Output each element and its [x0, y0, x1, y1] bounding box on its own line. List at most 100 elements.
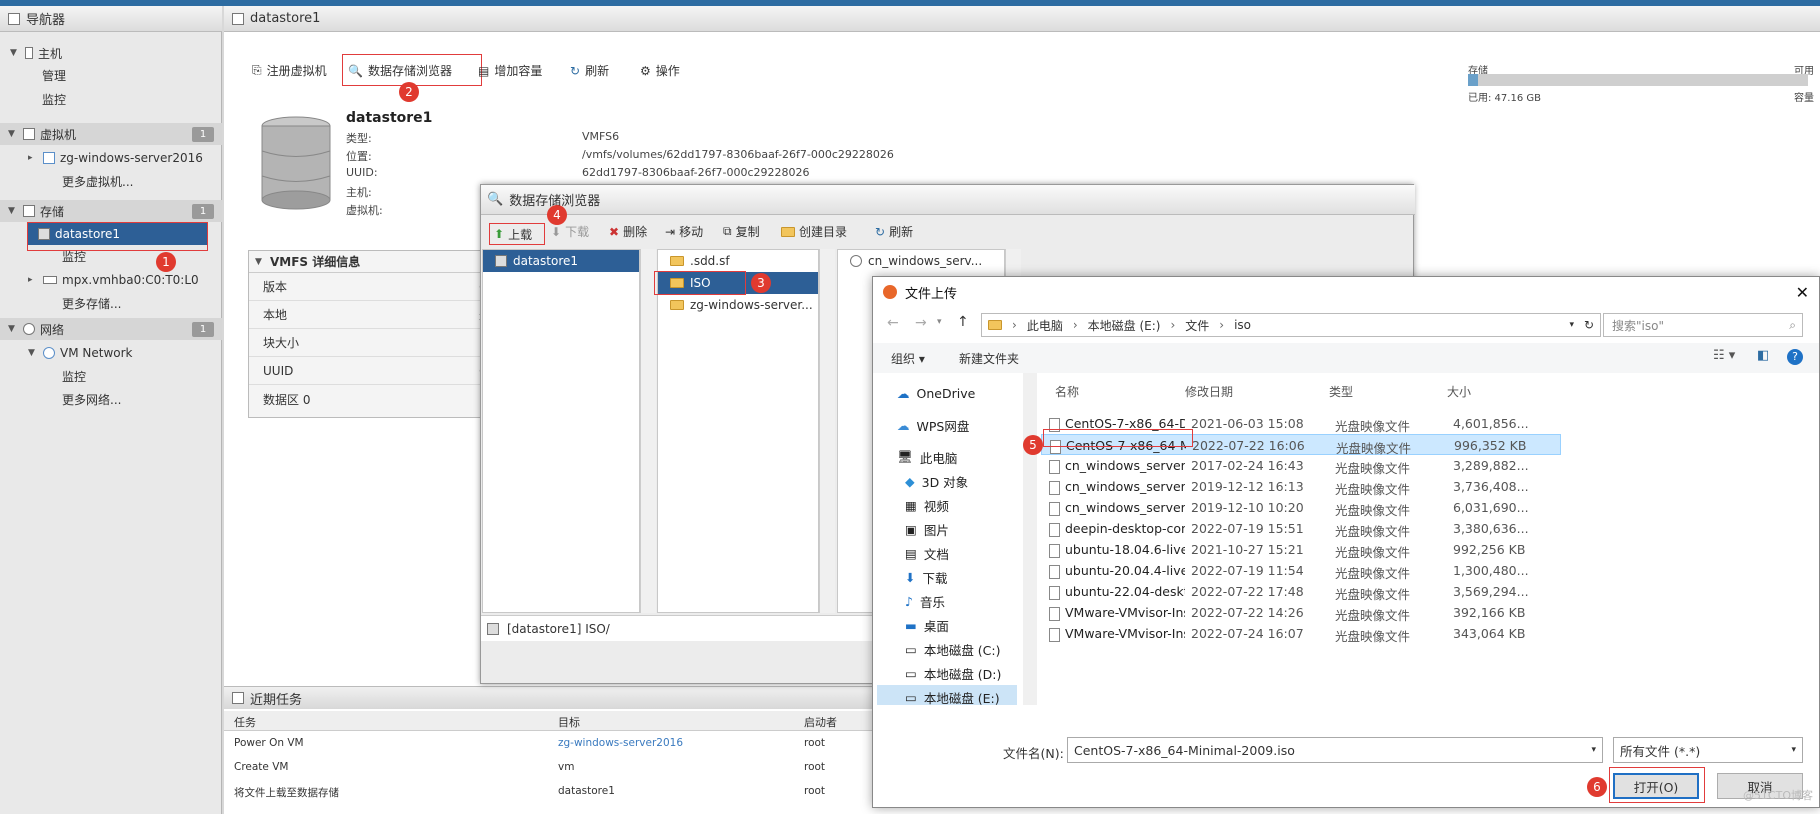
organize-button[interactable]: 组织 ▾: [891, 350, 925, 367]
side-drive-d[interactable]: ▭ 本地磁盘 (D:): [905, 661, 1001, 685]
scrollbar[interactable]: [640, 249, 656, 613]
file-name: ubuntu-22.04-desktop-amd64.iso: [1049, 584, 1185, 600]
list-item[interactable]: datastore1: [483, 250, 639, 272]
side-wps[interactable]: ☁ WPS网盘: [897, 413, 969, 437]
tasks-col-task[interactable]: 任务: [234, 714, 256, 730]
chevron-down-icon[interactable]: ▾: [1791, 745, 1796, 755]
nav-vm-label: zg-windows-server2016: [60, 151, 203, 165]
side-downloads[interactable]: ⬇ 下载: [905, 565, 948, 589]
file-row[interactable]: cn_windows_server_2016_x64_dvd_97... 2019…: [1041, 497, 1561, 518]
address-bar[interactable]: › 此电脑 › 本地磁盘 (E:) › 文件 › iso ▾ ↻: [981, 313, 1601, 337]
picture-icon: ▣: [905, 521, 917, 537]
col-name[interactable]: 名称: [1055, 383, 1079, 400]
file-size: 4,601,856...: [1453, 416, 1529, 431]
nav-host-monitor[interactable]: 监控: [42, 88, 66, 110]
side-pictures[interactable]: ▣ 图片: [905, 517, 949, 541]
upload-button[interactable]: ⬆ 上载: [489, 223, 545, 245]
back-arrow-icon[interactable]: ←: [887, 315, 899, 331]
file-icon: [1049, 501, 1060, 516]
file-row[interactable]: VMware-VMvisor-Installer-7.0U3f-20... 202…: [1041, 602, 1561, 623]
file-row[interactable]: cn_windows_server_2008_r2_standard... 201…: [1041, 455, 1561, 476]
nav-vm-item[interactable]: ▸ zg-windows-server2016: [28, 147, 203, 169]
host-icon: [25, 47, 33, 59]
history-dropdown-icon[interactable]: ▾: [937, 317, 942, 327]
breadcrumb-item[interactable]: 文件: [1185, 317, 1209, 334]
music-icon: ♪: [905, 593, 913, 609]
col-type[interactable]: 类型: [1329, 383, 1353, 400]
file-row[interactable]: VMware-VMvisor-Installer-20191200... 2022…: [1041, 623, 1561, 644]
nav-host[interactable]: ▼ 主机: [10, 42, 62, 64]
file-row[interactable]: cn_windows_server_2012_x64_dvd_91... 2019…: [1041, 476, 1561, 497]
help-icon[interactable]: ?: [1787, 349, 1803, 365]
folder-label: .sdd.sf: [690, 254, 730, 268]
browser-refresh-button[interactable]: ↻ 刷新: [875, 223, 913, 240]
list-item[interactable]: cn_windows_serv...: [838, 250, 1004, 272]
register-vm-button[interactable]: ⎘ 注册虚拟机: [252, 62, 327, 79]
refresh-icon[interactable]: ↻: [1584, 318, 1594, 332]
new-folder-button[interactable]: 新建文件夹: [959, 350, 1019, 367]
refresh-button[interactable]: ↻ 刷新: [570, 62, 609, 79]
nav-disk-item[interactable]: ▸ mpx.vmhba0:C0:T0:L0: [28, 269, 199, 291]
nav-network[interactable]: ▼ 网络 1: [0, 318, 222, 340]
side-music[interactable]: ♪ 音乐: [905, 589, 945, 613]
copy-label: 复制: [735, 225, 760, 239]
forward-arrow-icon[interactable]: →: [915, 315, 927, 331]
nav-storage[interactable]: ▼ 存储 1: [0, 200, 222, 222]
nav-vms-label: 虚拟机: [40, 127, 77, 142]
task-target-link[interactable]: zg-windows-server2016: [558, 737, 683, 749]
side-3d[interactable]: ◆ 3D 对象: [905, 469, 968, 493]
nav-storage-monitor[interactable]: 监控: [62, 245, 86, 267]
file-size: 1,300,480...: [1453, 563, 1529, 578]
nav-more-networks[interactable]: 更多网络...: [62, 388, 121, 410]
file-type-select[interactable]: 所有文件 (*.*) ▾: [1613, 737, 1803, 763]
delete-button[interactable]: ✖ 删除: [609, 223, 647, 240]
chevron-down-icon[interactable]: ▾: [1569, 320, 1574, 330]
side-drive-e[interactable]: ▭ 本地磁盘 (E:): [877, 685, 1017, 705]
side-videos[interactable]: ▦ 视频: [905, 493, 949, 517]
nav-vms[interactable]: ▼ 虚拟机 1: [0, 123, 222, 145]
scrollbar[interactable]: [819, 249, 835, 613]
up-arrow-icon[interactable]: ↑: [957, 314, 969, 330]
nav-network-monitor[interactable]: 监控: [62, 365, 86, 387]
move-button[interactable]: ⇥ 移动: [665, 223, 703, 240]
preview-pane-icon[interactable]: ◧: [1757, 348, 1769, 363]
chevron-down-icon[interactable]: ▾: [1591, 745, 1596, 755]
tasks-col-initiator[interactable]: 启动者: [804, 714, 837, 730]
nav-more-storage[interactable]: 更多存储...: [62, 292, 121, 314]
file-row[interactable]: deepin-desktop-community-20.6-am... 2022-…: [1041, 518, 1561, 539]
tasks-col-target[interactable]: 目标: [558, 714, 580, 730]
side-onedrive[interactable]: ☁ OneDrive: [897, 381, 975, 405]
file-row[interactable]: ubuntu-22.04-desktop-amd64.iso 2022-07-22…: [1041, 581, 1561, 602]
side-this-pc[interactable]: 🖥 此电脑: [897, 445, 957, 469]
breadcrumb-item[interactable]: iso: [1234, 318, 1251, 332]
breadcrumb-item[interactable]: 本地磁盘 (E:): [1088, 317, 1161, 334]
nav-more-vms[interactable]: 更多虚拟机...: [62, 170, 133, 192]
breadcrumb-item[interactable]: 此电脑: [1027, 317, 1063, 334]
task-target: datastore1: [558, 785, 615, 797]
breadcrumb-sep-icon: ›: [1012, 318, 1017, 332]
nav-vm-network[interactable]: ▼ VM Network: [28, 342, 132, 364]
increase-capacity-button[interactable]: ▤ 增加容量: [478, 62, 542, 79]
filename-input[interactable]: CentOS-7-x86_64-Minimal-2009.iso ▾: [1067, 737, 1603, 763]
scrollbar[interactable]: [1023, 373, 1037, 705]
col-date[interactable]: 修改日期: [1185, 383, 1233, 400]
view-options-icon[interactable]: ☷ ▾: [1713, 348, 1735, 363]
list-item[interactable]: .sdd.sf: [658, 250, 818, 272]
actions-button[interactable]: ⚙ 操作: [640, 62, 680, 79]
navigator-title: 导航器: [26, 13, 66, 28]
file-row[interactable]: ubuntu-18.04.6-live-server-amd64.iso 2021…: [1041, 539, 1561, 560]
col-size[interactable]: 大小: [1447, 383, 1471, 400]
side-desktop[interactable]: ▬ 桌面: [905, 613, 949, 637]
list-item[interactable]: zg-windows-server...: [658, 294, 818, 316]
file-row[interactable]: ubuntu-20.04.4-live-server-amd64.iso 2022…: [1041, 560, 1561, 581]
search-input[interactable]: 搜索"iso" ⌕: [1603, 313, 1803, 337]
file-size: 992,256 KB: [1453, 542, 1526, 557]
create-dir-button[interactable]: 创建目录: [781, 223, 847, 240]
side-documents[interactable]: ▤ 文档: [905, 541, 949, 565]
vmfs-details-header[interactable]: ▼ VMFS 详细信息: [249, 251, 509, 273]
copy-button[interactable]: ⧉ 复制: [723, 223, 760, 240]
nav-host-manage[interactable]: 管理: [42, 64, 66, 86]
side-drive-c[interactable]: ▭ 本地磁盘 (C:): [905, 637, 1000, 661]
download-button[interactable]: ⬇ 下载: [551, 223, 589, 240]
close-icon[interactable]: ✕: [1796, 283, 1809, 302]
